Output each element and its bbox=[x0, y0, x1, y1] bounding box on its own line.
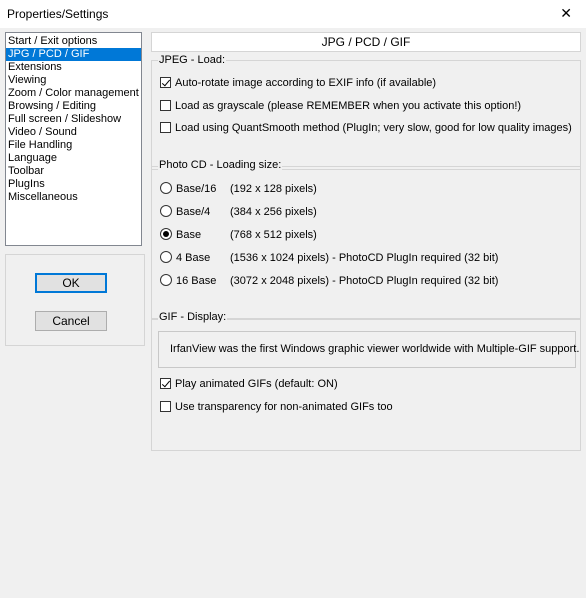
window-title: Properties/Settings bbox=[7, 7, 109, 21]
pcd-size-radio[interactable]: 4 Base (1536 x 1024 pixels) - PhotoCD Plu… bbox=[160, 251, 498, 265]
radio-label: Base bbox=[176, 229, 202, 241]
radio-icon[interactable] bbox=[160, 182, 172, 195]
dialog-body: Start / Exit options JPG / PCD / GIF Exten… bbox=[0, 28, 586, 598]
radio-icon[interactable] bbox=[160, 228, 172, 241]
play-animated-gifs-checkbox[interactable]: Play animated GIFs (default: ON) bbox=[160, 377, 338, 391]
checkbox-label: Load using QuantSmooth method (PlugIn; v… bbox=[175, 122, 572, 134]
category-item[interactable]: Miscellaneous bbox=[6, 191, 141, 204]
gif-info-text: IrfanView was the first Windows graphic … bbox=[158, 331, 579, 368]
checkbox-icon[interactable] bbox=[160, 121, 171, 133]
radio-icon[interactable] bbox=[160, 205, 172, 218]
panel-header: JPG / PCD / GIF bbox=[151, 32, 581, 52]
quantsmooth-checkbox[interactable]: Load using QuantSmooth method (PlugIn; v… bbox=[160, 121, 572, 135]
category-item[interactable]: File Handling bbox=[6, 139, 141, 152]
radio-label: Base/16 bbox=[176, 183, 217, 195]
title-bar: Properties/Settings ✕ bbox=[0, 0, 586, 28]
checkbox-icon[interactable] bbox=[160, 99, 171, 111]
cancel-button[interactable]: Cancel bbox=[35, 311, 107, 331]
category-item[interactable]: Full screen / Slideshow bbox=[6, 113, 141, 126]
checkbox-label: Use transparency for non-animated GIFs t… bbox=[175, 401, 393, 413]
radio-description: (768 x 512 pixels) bbox=[230, 229, 317, 241]
jpeg-load-label: JPEG - Load: bbox=[158, 54, 227, 66]
radio-description: (384 x 256 pixels) bbox=[230, 206, 317, 218]
radio-description: (3072 x 2048 pixels) - PhotoCD PlugIn re… bbox=[230, 275, 499, 287]
load-grayscale-checkbox[interactable]: Load as grayscale (please REMEMBER when … bbox=[160, 99, 521, 113]
category-item[interactable]: Language bbox=[6, 152, 141, 165]
pcd-size-radio[interactable]: Base/16 (192 x 128 pixels) bbox=[160, 182, 317, 196]
button-box: OK Cancel bbox=[5, 254, 145, 346]
checkbox-label: Auto-rotate image according to EXIF info… bbox=[175, 77, 437, 89]
radio-description: (192 x 128 pixels) bbox=[230, 183, 317, 195]
close-icon[interactable]: ✕ bbox=[560, 5, 572, 22]
checkbox-icon[interactable] bbox=[160, 400, 171, 412]
gif-display-label: GIF - Display: bbox=[158, 311, 228, 323]
category-item[interactable]: Viewing bbox=[6, 74, 141, 87]
radio-icon[interactable] bbox=[160, 251, 172, 264]
category-item[interactable]: Video / Sound bbox=[6, 126, 141, 139]
radio-icon[interactable] bbox=[160, 274, 172, 287]
ok-button[interactable]: OK bbox=[35, 273, 107, 293]
gif-transparency-checkbox[interactable]: Use transparency for non-animated GIFs t… bbox=[160, 400, 393, 414]
category-item[interactable]: Browsing / Editing bbox=[6, 100, 141, 113]
checkbox-label: Play animated GIFs (default: ON) bbox=[175, 378, 338, 390]
category-item[interactable]: JPG / PCD / GIF bbox=[6, 48, 141, 61]
category-item[interactable]: PlugIns bbox=[6, 178, 141, 191]
checkbox-icon[interactable] bbox=[160, 76, 171, 88]
category-item[interactable]: Zoom / Color management bbox=[6, 87, 141, 100]
radio-label: 4 Base bbox=[176, 252, 211, 264]
auto-rotate-checkbox[interactable]: Auto-rotate image according to EXIF info… bbox=[160, 76, 436, 90]
category-list[interactable]: Start / Exit options JPG / PCD / GIF Exten… bbox=[5, 32, 142, 246]
checkbox-icon[interactable] bbox=[160, 377, 171, 389]
category-item[interactable]: Toolbar bbox=[6, 165, 141, 178]
pcd-size-radio[interactable]: 16 Base (3072 x 2048 pixels) - PhotoCD Pl… bbox=[160, 274, 498, 288]
category-item[interactable]: Extensions bbox=[6, 61, 141, 74]
photo-cd-label: Photo CD - Loading size: bbox=[158, 159, 283, 171]
pcd-size-radio[interactable]: Base/4 (384 x 256 pixels) bbox=[160, 205, 317, 219]
pcd-size-radio[interactable]: Base (768 x 512 pixels) bbox=[160, 228, 317, 242]
checkbox-label: Load as grayscale (please REMEMBER when … bbox=[175, 100, 522, 112]
radio-description: (1536 x 1024 pixels) - PhotoCD PlugIn re… bbox=[230, 252, 499, 264]
category-item[interactable]: Start / Exit options bbox=[6, 35, 141, 48]
radio-label: 16 Base bbox=[176, 275, 217, 287]
radio-label: Base/4 bbox=[176, 206, 211, 218]
